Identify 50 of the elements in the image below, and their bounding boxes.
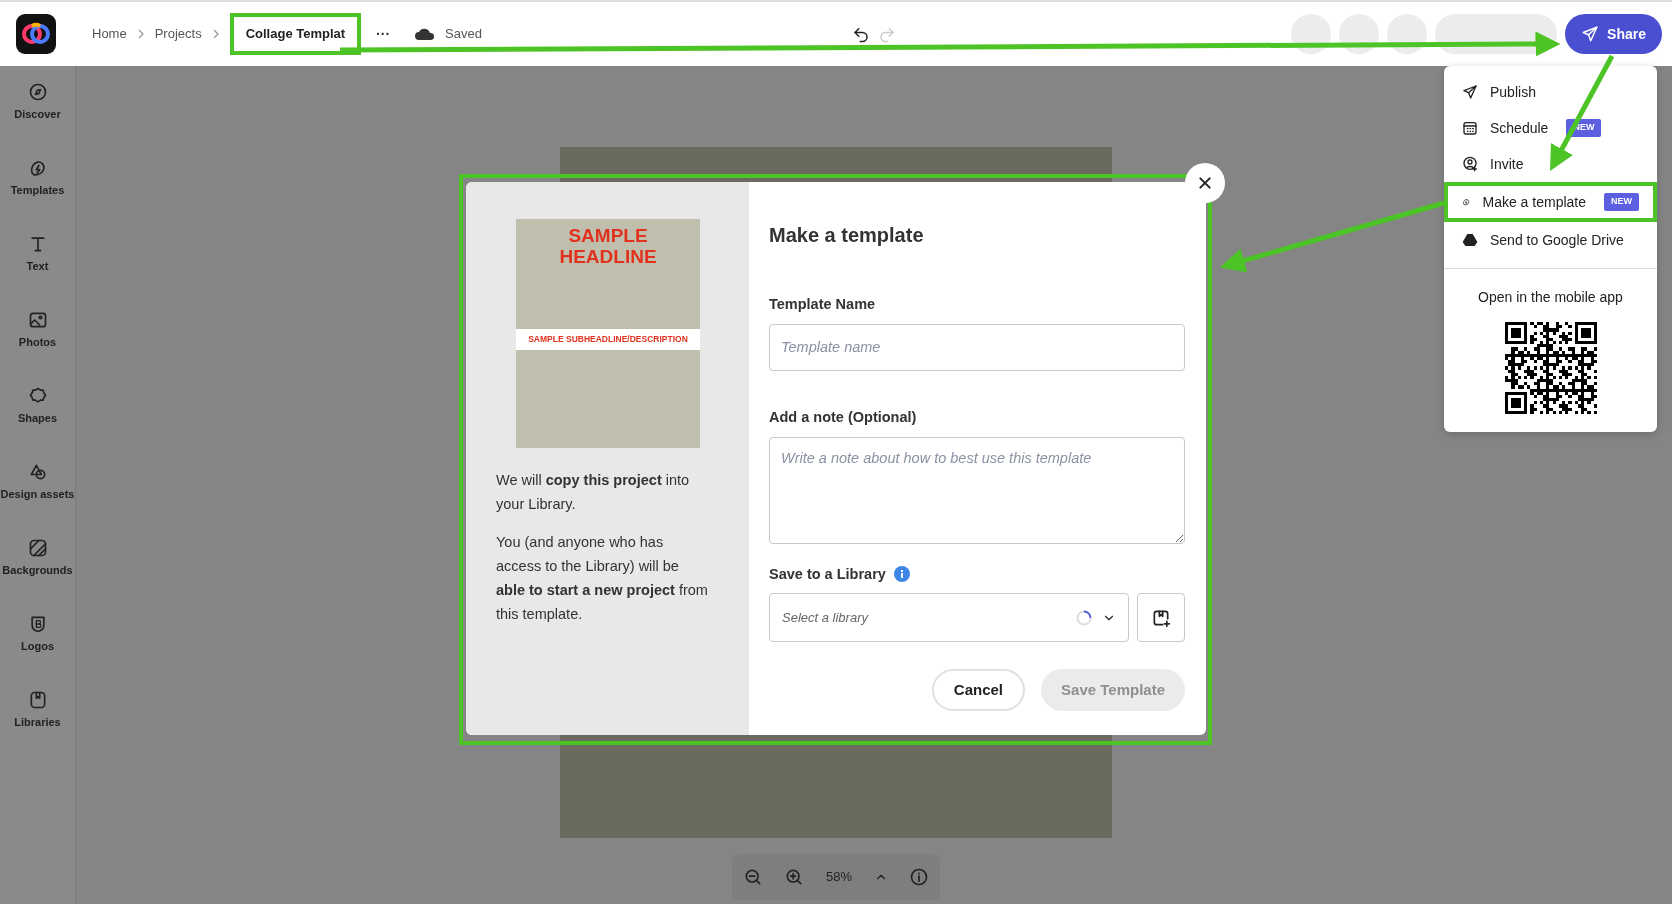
dialog-title: Make a template xyxy=(769,223,925,248)
menu-item[interactable]: Make a template NEW xyxy=(1444,182,1657,222)
menu-caption: Open in the mobile app xyxy=(1477,288,1624,307)
preview-headline: SAMPLE HEADLINE xyxy=(558,225,658,267)
sidebar-item[interactable]: Libraries xyxy=(0,690,75,766)
sidebar-item[interactable]: Discover xyxy=(0,82,75,158)
badge-shape-icon xyxy=(27,386,48,406)
zoom-level: 58% xyxy=(826,868,852,887)
app-logo[interactable] xyxy=(16,14,56,54)
paper-plane-icon xyxy=(1462,84,1478,100)
toolbar-button[interactable] xyxy=(1291,14,1332,54)
sidebar-item[interactable]: Backgrounds xyxy=(0,538,75,614)
sidebar-item[interactable]: Text xyxy=(0,234,75,310)
share-button[interactable]: Share xyxy=(1565,14,1662,54)
menu-item[interactable]: Publish xyxy=(1444,74,1657,110)
menu-item[interactable]: Invite xyxy=(1444,146,1657,182)
new-badge: NEW xyxy=(1604,193,1639,211)
save-status: Saved xyxy=(445,25,482,44)
cancel-button[interactable]: Cancel xyxy=(931,669,1026,712)
more-button[interactable]: ··· xyxy=(375,22,392,46)
sidebar-item[interactable]: Photos xyxy=(0,310,75,386)
breadcrumb-link[interactable]: Collage Templat xyxy=(229,13,362,55)
user-plus-icon xyxy=(1462,156,1478,172)
preview-subheadline: SAMPLE SUBHEADLINE/DESCRIPTION xyxy=(516,329,700,350)
library-select[interactable]: Select a library xyxy=(769,593,1129,643)
description-text: We will copy this project into your Library. xyxy=(496,471,691,514)
add-library-button[interactable] xyxy=(1137,593,1185,643)
cloud-icon xyxy=(415,27,436,41)
undo-icon[interactable] xyxy=(852,25,870,43)
info-icon[interactable] xyxy=(893,566,910,583)
paper-plane-icon xyxy=(1581,25,1600,43)
sidebar-item[interactable]: Templates xyxy=(0,158,75,234)
sidebar-item[interactable]: Design assets xyxy=(0,462,75,538)
description-text: You (and anyone who has access to the Library) will be able to start a new project from this template. xyxy=(496,533,709,624)
calendar-icon xyxy=(1462,120,1478,136)
compass-icon xyxy=(27,82,48,102)
sidebar-item[interactable]: Logos xyxy=(0,614,75,690)
image-icon xyxy=(27,310,48,330)
close-icon xyxy=(1197,175,1213,191)
field-label: Template Name xyxy=(769,295,876,314)
hatched-square-icon xyxy=(27,538,48,558)
breadcrumb-link[interactable]: Projects xyxy=(154,24,202,44)
field-label: Add a note (Optional) xyxy=(769,407,917,427)
menu-item[interactable]: Send to Google Drive xyxy=(1444,222,1657,258)
breadcrumb-link[interactable]: Home xyxy=(92,24,127,44)
note-field[interactable]: Write a note about how to best use this template xyxy=(769,436,1185,544)
sidebar-item[interactable]: Shapes xyxy=(0,386,75,462)
info-icon[interactable] xyxy=(909,867,930,887)
text-field[interactable]: Template name xyxy=(769,323,1185,371)
field-label: Save to a Library xyxy=(769,564,886,584)
